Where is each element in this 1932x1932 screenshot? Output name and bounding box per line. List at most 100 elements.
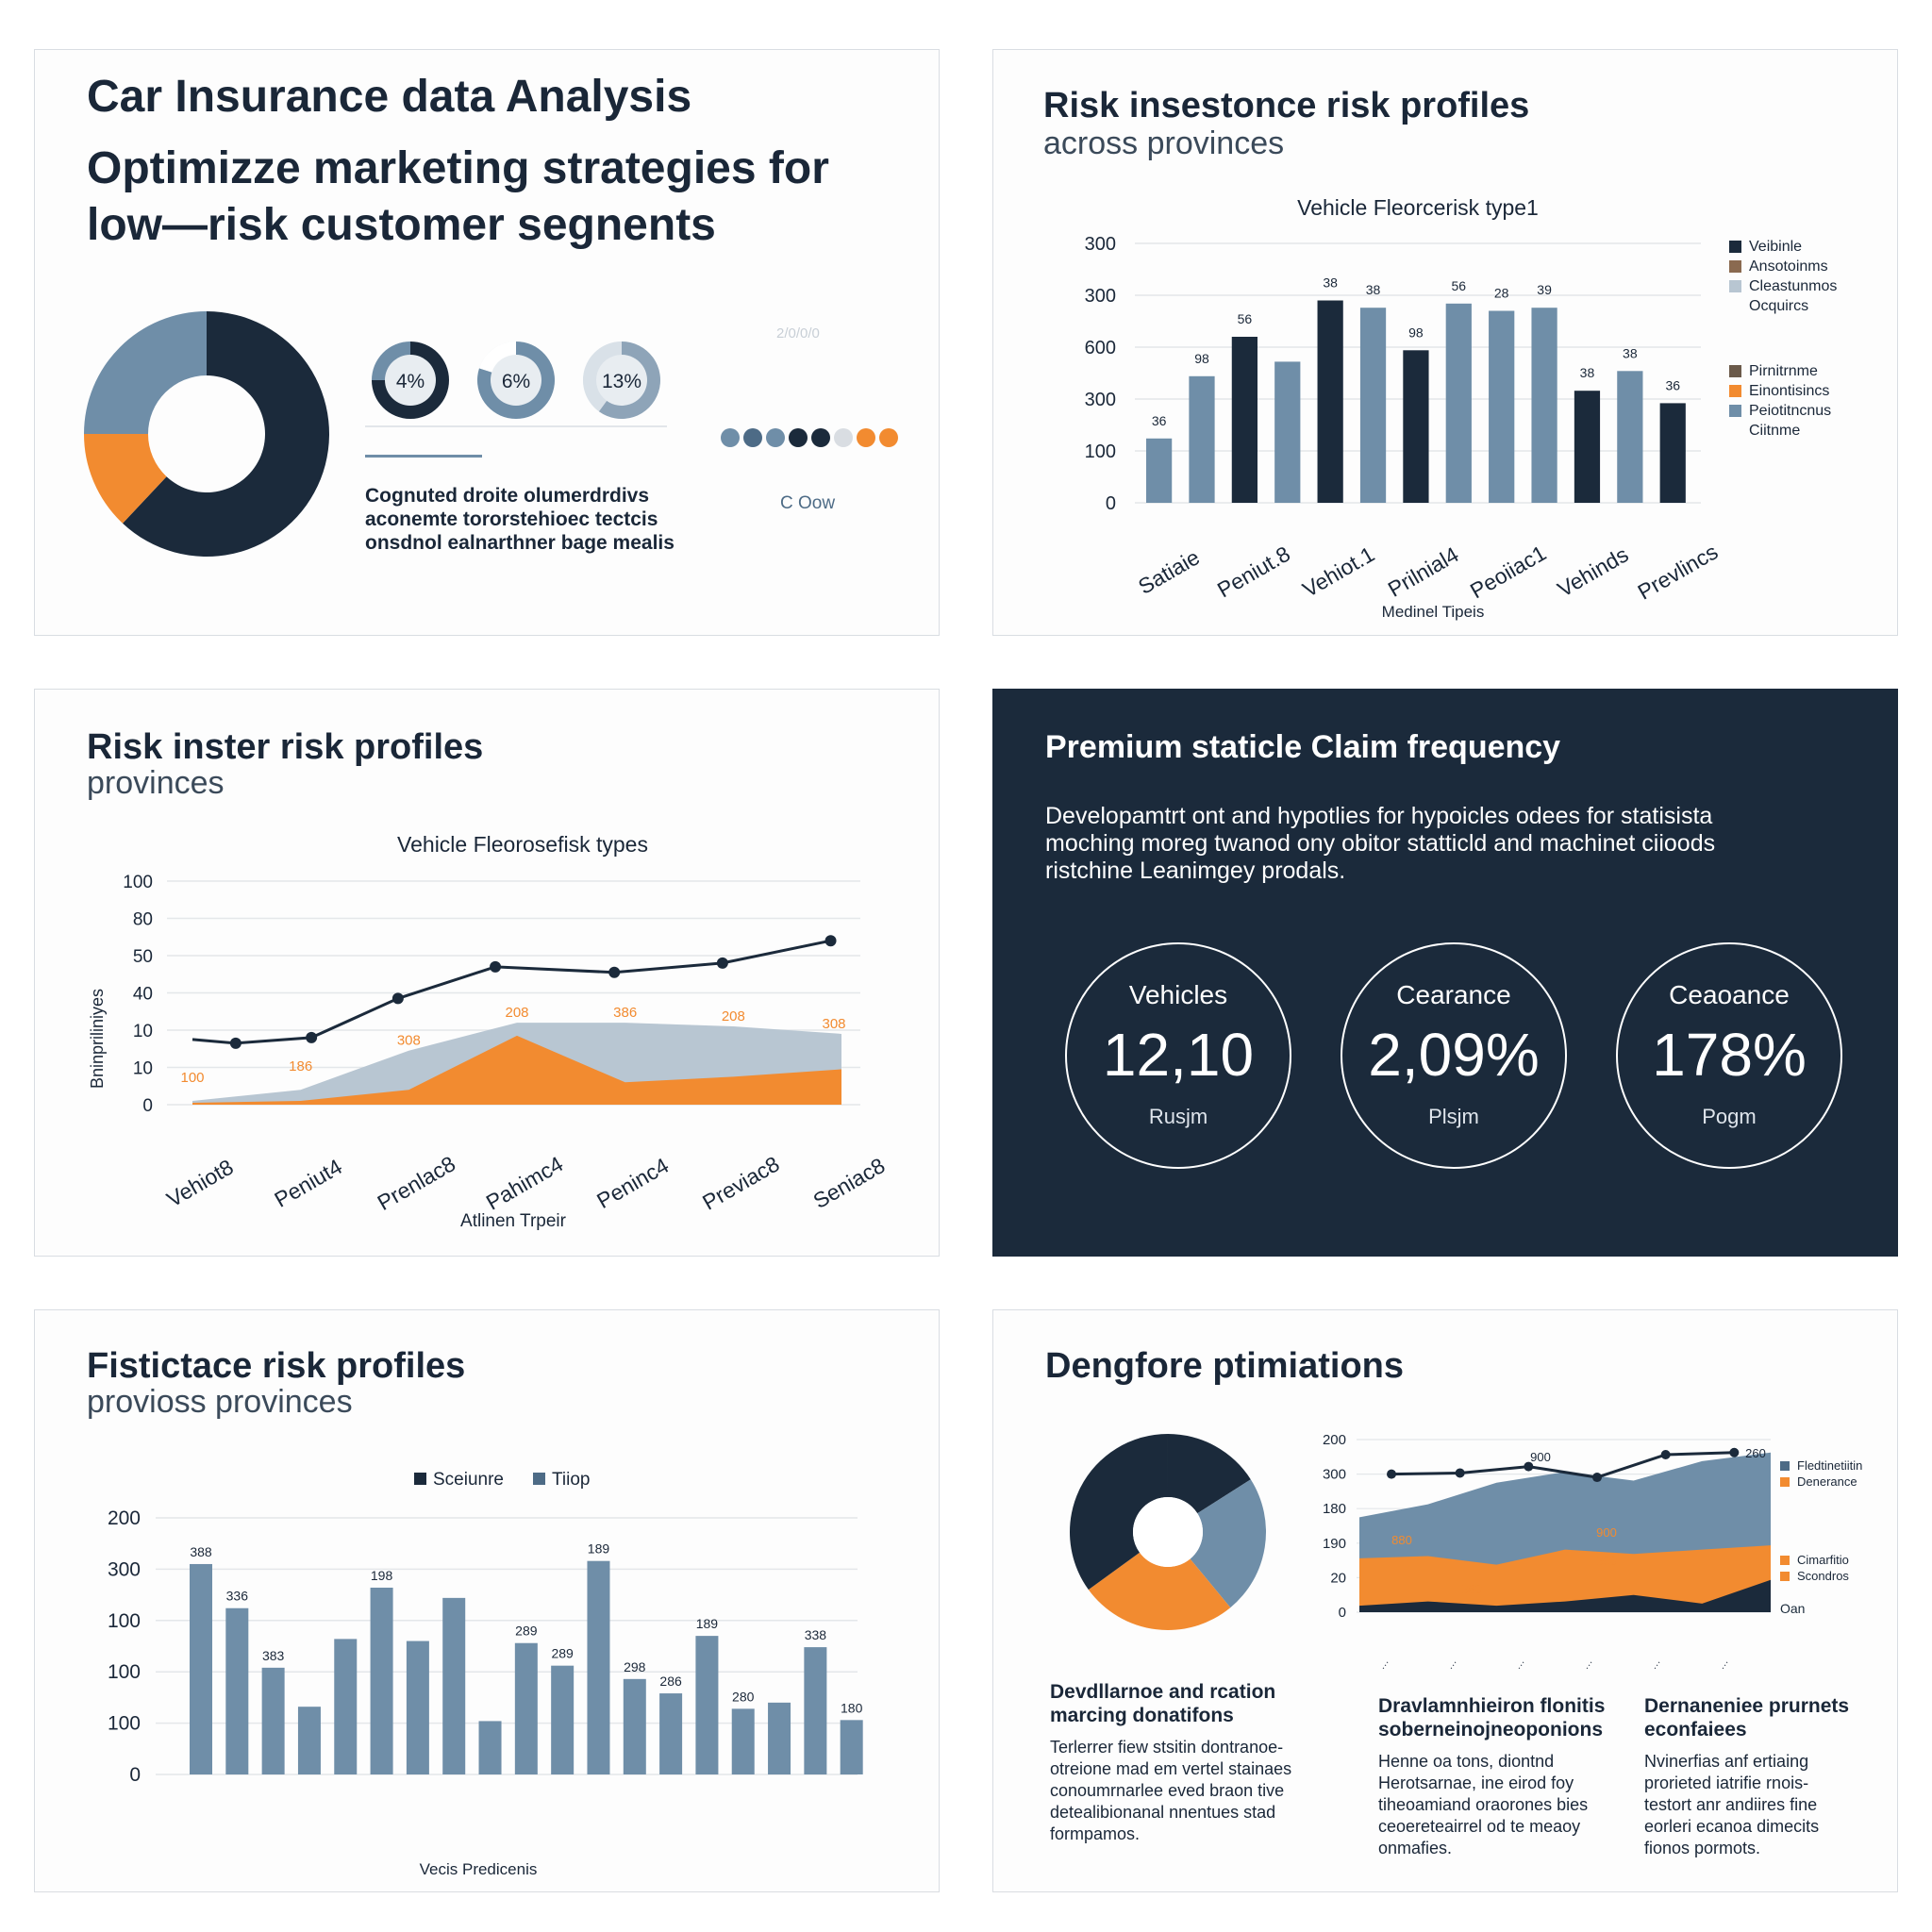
x-tick-label: Prenlac8 — [374, 1151, 460, 1215]
legend-swatch — [1729, 385, 1741, 397]
data-label: 260 — [1745, 1446, 1766, 1460]
bar — [587, 1560, 610, 1774]
x-tick-label: Peniut4 — [270, 1154, 346, 1212]
dots-caption: 2/0/0/0 — [776, 325, 820, 341]
stat-unit: Rusjm — [1148, 1105, 1208, 1128]
legend-bottom: Cimarfitio Scondros — [1780, 1552, 1849, 1584]
x-tick-label: ··· — [1581, 1657, 1596, 1673]
bar — [1659, 403, 1686, 503]
data-label: 308 — [822, 1016, 845, 1032]
bar — [406, 1641, 429, 1774]
data-label: 189 — [696, 1616, 719, 1631]
y-axis-title: Bninpriliniyes — [88, 989, 107, 1089]
donut-slice — [83, 311, 207, 434]
legend-item: Peiotitncnus — [1729, 401, 1831, 421]
data-label: 38 — [1623, 345, 1638, 360]
line-point — [1387, 1469, 1396, 1479]
data-label: 208 — [505, 1005, 528, 1021]
x-axis-title: Atlinen Trpeir — [460, 1211, 567, 1231]
data-label: 383 — [262, 1648, 285, 1663]
bar — [514, 1642, 538, 1774]
premium-claim-panel: Premium staticle Claim frequency Develop… — [992, 689, 1898, 1257]
bar — [190, 1563, 212, 1774]
legend-item: Denerance — [1780, 1474, 1862, 1490]
bar — [1489, 310, 1515, 503]
data-label: 298 — [624, 1659, 646, 1674]
data-label: 39 — [1537, 282, 1552, 297]
data-label: 36 — [1152, 413, 1167, 428]
stat-ceaoance: Ceaoance 178% Pogm — [1616, 942, 1842, 1169]
vehicle-risk-area-chart: Vehicle Fleorosefisk types 0 10 10 40 50 80 100… — [88, 832, 889, 1231]
mini-donut-label: 6% — [502, 371, 530, 392]
stat-vehicles: Vehicles 12,10 Rusjm — [1065, 942, 1291, 1169]
panel-title: Premium staticle Claim frequency — [1045, 729, 1561, 765]
line-point — [1455, 1468, 1465, 1478]
mini-donut: 6% — [477, 341, 555, 419]
y-tick-label: 600 — [1085, 338, 1116, 358]
accent-underline — [365, 455, 482, 458]
data-label: 900 — [1596, 1525, 1617, 1540]
y-tick-label: 100 — [108, 1661, 141, 1683]
x-tick-label: ··· — [1445, 1657, 1460, 1673]
bar — [442, 1597, 466, 1774]
legend-swatch — [1780, 1555, 1790, 1565]
stat-value: 178% — [1652, 1021, 1807, 1089]
page-title: Car Insurance data Analysis — [87, 72, 692, 122]
data-label: 208 — [722, 1008, 745, 1024]
x-axis-title: Medinel Tipeis — [1382, 603, 1485, 621]
y-tick-label: 20 — [1330, 1570, 1346, 1586]
legend-label: Tiiop — [552, 1470, 590, 1490]
legend-swatch — [1780, 1571, 1790, 1581]
page-subtitle-line1: Optimizze marketing strategies for — [87, 143, 829, 193]
y-tick-label: 40 — [133, 985, 153, 1005]
stat-unit: Pogm — [1702, 1105, 1757, 1128]
bar — [1531, 308, 1557, 503]
bar — [297, 1707, 321, 1774]
legend-swatch — [1729, 365, 1741, 377]
mini-donut-label: 4% — [396, 371, 425, 392]
data-label: 56 — [1238, 311, 1253, 326]
mini-donut: 13% — [583, 341, 660, 419]
legend-item: Einontisincs — [1729, 381, 1831, 401]
x-tick-label: ··· — [1717, 1657, 1732, 1673]
y-tick-label: 200 — [1323, 1432, 1346, 1448]
x-tick-label: ··· — [1377, 1657, 1392, 1673]
y-tick-label: 100 — [1085, 441, 1116, 462]
data-label: 180 — [841, 1700, 863, 1715]
color-dot-row — [721, 428, 898, 447]
bar — [334, 1639, 358, 1774]
x-tick-label: Vehinds — [1554, 541, 1633, 601]
y-tick-label: 300 — [108, 1558, 141, 1580]
data-label: 388 — [190, 1544, 212, 1559]
x-tick-label: Peoiiac1 — [1466, 541, 1550, 604]
x-tick-label: Satiaie — [1134, 544, 1204, 599]
data-label: 900 — [1530, 1450, 1551, 1464]
data-label: 36 — [1665, 377, 1680, 392]
chart-title: Vehicle Fleorcerisk type1 — [1297, 195, 1539, 220]
text-column-3: Dernaneniee prurnets econfaiees Nvinerfi… — [1644, 1695, 1850, 1857]
province-bar-panel: Fistictace risk profiles provioss provin… — [34, 1309, 940, 1892]
legend-swatch — [1729, 260, 1741, 273]
bar — [1574, 391, 1601, 503]
x-tick-label: Vehiot.1 — [1298, 541, 1378, 602]
risk-bar-panel: Risk insestonce risk profiles across pro… — [992, 49, 1898, 636]
stat-label: Ceaoance — [1669, 980, 1790, 1009]
summary-panel: Car Insurance data Analysis Optimizze ma… — [34, 49, 940, 636]
x-tick-label: Peniut.8 — [1213, 541, 1294, 603]
divider — [365, 425, 667, 427]
y-tick-label: 300 — [1085, 286, 1116, 307]
legend-swatch — [533, 1473, 545, 1485]
data-label: 38 — [1323, 275, 1338, 291]
data-label: 186 — [289, 1058, 312, 1074]
data-label: 56 — [1452, 278, 1467, 293]
data-label: 198 — [371, 1568, 393, 1583]
legend-dot — [857, 428, 875, 447]
bar — [1231, 337, 1257, 503]
legend-swatch — [1729, 241, 1741, 253]
legend-item: Veibinle — [1729, 237, 1837, 257]
province-bar-chart: Sceiunre Tiiop 0 100 100 100 300 200 388 336 383 19… — [108, 1470, 863, 1878]
bar — [731, 1708, 755, 1774]
page-subtitle-line2: low—risk customer segnents — [87, 200, 716, 250]
legend-swatch — [1780, 1460, 1790, 1471]
bar — [1274, 361, 1301, 503]
